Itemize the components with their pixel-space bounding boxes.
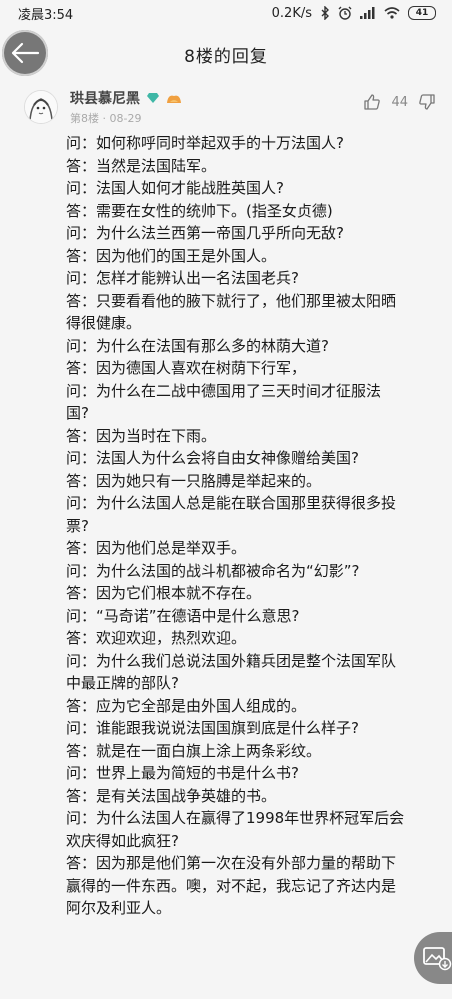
status-bar: 凌晨3:54 0.2K/s 41 — [0, 0, 452, 26]
vote-block: 44 — [363, 92, 436, 112]
post-line: 问：为什么法国人在赢得了1998年世界杯冠军后会 — [66, 809, 405, 827]
post-line: 答：因为当时在下雨。 — [66, 426, 217, 445]
post-line: 问：法国人为什么会将自由女神像赠给美国? — [66, 449, 359, 467]
status-icons: 0.2K/s 41 — [272, 6, 436, 21]
post-line: 国? — [66, 404, 89, 422]
post-line: 问：如何称呼同时举起双手的十万法国人? — [66, 134, 344, 152]
thumbs-up-icon[interactable] — [363, 93, 381, 111]
image-float-button[interactable] — [414, 932, 452, 984]
nav-bar: 8楼的回复 — [0, 26, 452, 82]
post-line: 问：怎样才能辨认出一名法国老兵? — [66, 269, 299, 287]
network-speed: 0.2K/s — [271, 5, 312, 21]
post-body: 问：如何称呼同时举起双手的十万法国人? 答：当然是法国陆军。问：法国人如何才能战胜… — [0, 132, 452, 920]
post-line: 答：应为它全部是由外国人组成的。 — [66, 696, 307, 715]
post-line: 阿尔及利亚人。 — [66, 899, 172, 917]
vip-diamond-icon — [147, 93, 159, 103]
page-title: 8楼的回复 — [184, 46, 268, 67]
post-line: 问：为什么法国人总是能在联合国那里获得很多投 — [66, 494, 397, 512]
post-line: 问：为什么在二战中德国用了三天时间才征服法 — [66, 381, 382, 400]
post-line: 答：需要在女性的统帅下。(指圣女贞德) — [66, 201, 333, 220]
floor-label: 第8楼 — [70, 112, 99, 125]
post-line: 答：因为那是他们第一次在没有外部力量的帮助下 — [66, 854, 397, 872]
username[interactable]: 珙县慕尼黑 — [70, 88, 140, 108]
signal-icon — [360, 7, 375, 19]
post-header: 珙县慕尼黑 第8楼 · 08-29 44 — [0, 82, 452, 132]
back-arrow-icon — [11, 42, 40, 64]
post-line: 答：因为德国人喜欢在树荫下行军， — [66, 359, 307, 377]
post-line: 欢庆得如此疯狂? — [66, 831, 179, 850]
thumbs-down-icon[interactable] — [418, 93, 436, 111]
back-button[interactable] — [2, 30, 48, 76]
post-line: 中最正牌的部队? — [66, 674, 179, 692]
picture-download-icon — [423, 947, 452, 971]
post-meta: 第8楼 · 08-29 — [70, 112, 142, 125]
post-line: 答：是有关法国战争英雄的书。 — [66, 786, 277, 805]
avatar-image — [25, 91, 57, 123]
post-line: 答：欢迎欢迎，热烈欢迎。 — [66, 629, 247, 647]
post-line: 问：为什么在法国有那么多的林荫大道? — [66, 336, 329, 355]
battery-icon: 41 — [408, 6, 436, 20]
wifi-icon — [384, 7, 400, 19]
post-line: 答：就是在一面白旗上涂上两条彩纹。 — [66, 741, 322, 760]
fan-badge-icon — [167, 95, 181, 103]
post-line: 问：“马奇诺”在德语中是什么意思? — [66, 606, 300, 625]
post-line: 问：为什么法国的战斗机都被命名为“幻影”? — [66, 561, 360, 580]
post-line: 答：因为她只有一只胳膊是举起来的。 — [66, 471, 322, 490]
alarm-icon — [338, 6, 352, 20]
post-line: 票? — [66, 516, 89, 535]
bluetooth-icon — [321, 6, 329, 20]
post-line: 问：为什么法兰西第一帝国几乎所向无敌? — [66, 224, 344, 242]
post-line: 答：因为他们的国王是外国人。 — [66, 246, 277, 265]
post-line: 答：只要看看他的腋下就行了，他们那里被太阳晒 — [66, 291, 397, 310]
post-line: 问：谁能跟我说说法国国旗到底是什么样子? — [66, 719, 359, 737]
post-line: 答：因为它们根本就不存在。 — [66, 584, 262, 602]
status-time: 凌晨3:54 — [18, 7, 74, 23]
post-line: 问：为什么我们总说法国外籍兵团是整个法国军队 — [66, 651, 397, 670]
post-line: 问：世界上最为简短的书是什么书? — [66, 764, 299, 782]
post-line: 问：法国人如何才能战胜英国人? — [66, 179, 284, 197]
avatar[interactable] — [24, 90, 58, 124]
post-line: 答：当然是法国陆军。 — [66, 156, 217, 175]
post-date: 08-29 — [109, 112, 142, 125]
user-block: 珙县慕尼黑 第8楼 · 08-29 — [70, 88, 363, 132]
post-line: 得很健康。 — [66, 314, 142, 332]
post-line: 赢得的一件东西。噢，对不起，我忘记了齐达内是 — [66, 876, 397, 895]
like-count: 44 — [391, 94, 408, 110]
post-line: 答：因为他们总是举双手。 — [66, 539, 247, 557]
